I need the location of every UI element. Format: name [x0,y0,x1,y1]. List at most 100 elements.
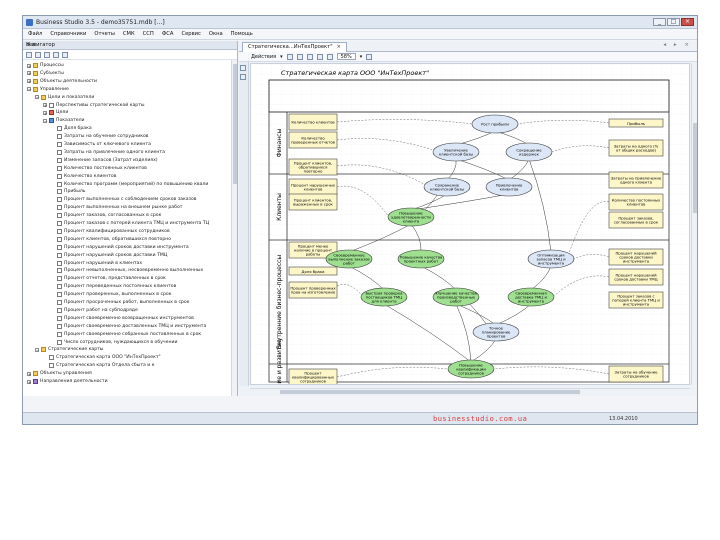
goal-ellipse[interactable]: Быстрая проверка поставщиков ТМЦ для клиен… [360,287,408,307]
tree-item[interactable]: Изменение запасов (Затрат изделиях) [51,157,158,164]
filter-icon[interactable] [44,52,50,58]
menu-help[interactable]: Помощь [231,29,253,39]
tree-expander-icon[interactable]: + [43,110,47,115]
refresh-icon[interactable] [35,52,41,58]
goal-ellipse[interactable]: Сохранение клиентской базы [423,177,471,197]
print-icon[interactable] [306,53,313,60]
tree-item[interactable]: + Процессы [27,62,64,69]
menu-service[interactable]: Сервис [181,29,200,39]
tree-item[interactable]: + Перспективы стратегической карты [43,102,145,109]
tree-expander-icon[interactable]: + [27,63,31,68]
pin-close-icon[interactable]: ⊕ × [26,42,233,48]
tree-expander-icon[interactable]: + [27,379,31,384]
menu-abc[interactable]: ФСА [162,29,174,39]
tree-item[interactable]: Процент проверенных, выполненных в срок [51,291,171,298]
tree-item[interactable]: Процент нарушений сроков доставки ТМЦ [51,252,167,259]
indicator-box[interactable]: Количество клиентов [288,113,338,131]
pointer-icon[interactable] [326,53,333,60]
menu-qms[interactable]: СМК [123,29,135,39]
settings-icon[interactable] [366,53,373,60]
goal-ellipse[interactable]: Оптимизация запасов ТМЦ и инструмента [527,249,575,269]
goal-ellipse[interactable]: Рост прибыли [471,114,519,134]
view-icon[interactable] [53,52,59,58]
goal-ellipse[interactable]: Привлечение клиентов [485,177,533,197]
tree-item[interactable]: Количество программ (мероприятий) по пов… [51,181,208,188]
indicator-box[interactable]: Затраты на обучение сотрудников [608,365,664,383]
tree-item[interactable]: Процент своевременно доставленных ТМЦ и … [51,323,206,330]
tree-item[interactable]: Процент заказов, согласованных в срок [51,212,161,219]
copy-icon[interactable] [296,53,303,60]
indicator-box[interactable]: Процент нарушений сроков доставки инструме… [608,248,664,266]
tree-item[interactable]: Количество клиентов [51,173,116,180]
tree-expander-icon[interactable]: + [43,103,47,108]
indicator-box[interactable]: Прибыль [608,118,664,128]
zoom-select[interactable]: 58% [336,53,356,60]
goal-ellipse[interactable]: Увеличение клиентской базы [432,142,480,162]
properties-icon[interactable] [26,52,32,58]
save-icon[interactable] [286,53,293,60]
navigator-scrollbar[interactable] [231,60,237,396]
tree-item[interactable]: + Объекты управления [27,370,92,377]
tree-item[interactable]: Прибыль [51,188,85,195]
tree-item[interactable]: − Стратегические карты [35,346,103,353]
indicator-box[interactable]: Процент заказов с потерей клиента ТМЦ и ин… [608,291,664,309]
tree-item[interactable]: − Показатели [43,117,85,124]
tree-expander-icon[interactable]: − [43,118,47,123]
tree-expander-icon[interactable]: + [27,371,31,376]
tree-item[interactable]: Процент отчетов, представленных в срок [51,275,166,282]
tree-item[interactable]: − Цели и показатели [35,94,94,101]
tree-item[interactable]: + Объекты деятельности [27,78,97,85]
tab-navigation[interactable]: ◂ ▸ × [663,42,692,48]
tree-item[interactable]: + Субъекты [27,70,64,77]
tab-strategy-map[interactable]: Стратегическа...ИнТехПроект" × [242,42,347,52]
goal-ellipse[interactable]: Повышение квалификации сотрудников [447,359,495,379]
export-icon[interactable] [316,53,323,60]
indicator-box[interactable]: Процент клиентов, выраженных в срок [288,193,338,211]
goal-ellipse[interactable]: Сокращение издержек [505,142,553,162]
tree-item[interactable]: Затраты на привлечение одного клиента [51,149,165,156]
tree-item[interactable]: Процент просроченных работ, выполненных … [51,299,190,306]
new-item-icon[interactable] [62,52,68,58]
tree-expander-icon[interactable]: − [27,87,31,92]
menu-file[interactable]: Файл [28,29,42,39]
tree-expander-icon[interactable]: + [27,79,31,84]
shape-tool-icon[interactable] [240,74,246,80]
close-button[interactable]: × [681,18,694,26]
menu-windows[interactable]: Окна [209,29,223,39]
tree-item[interactable]: + Цели [43,109,68,116]
diagram-horizontal-scrollbar[interactable] [250,388,690,394]
tree-item[interactable]: Затраты на обучение сотрудников [51,133,149,140]
menu-bsc[interactable]: ССП [143,29,154,39]
tree-item[interactable]: Процент выполненных на внешнем рынке раб… [51,204,182,211]
chevron-down-icon[interactable]: ▾ [280,54,283,60]
indicator-box[interactable]: Процент квалифицированных сотрудников [288,368,338,385]
goal-ellipse[interactable]: Повышение удовлетворенности клиента [387,207,435,227]
diagram-canvas[interactable]: Стратегическая карта ООО "ИнТехПроект" Ф… [250,63,690,385]
tree-expander-icon[interactable]: + [27,71,31,76]
tree-item[interactable]: Процент нарушений сроков доставки инстру… [51,244,189,251]
tree-expander-icon[interactable]: − [35,95,39,100]
tree-item[interactable]: Процент выполненных с соблюдением сроков… [51,196,197,203]
indicator-box[interactable]: Процент нарушений сроков доставки ТМЦ [608,268,664,286]
goal-ellipse[interactable]: Повышение качества проектных работ [397,249,445,269]
tree-item[interactable]: Процент своевременно возвращенных инстру… [51,315,194,322]
arrow-tool-icon[interactable] [240,65,246,71]
menu-reports[interactable]: Отчеты [94,29,114,39]
minimize-button[interactable]: _ [653,18,666,26]
menu-references[interactable]: Справочники [50,29,86,39]
zoom-chevron-icon[interactable]: ▾ [360,54,363,60]
tree-item[interactable]: Стратегическая карта ООО "ИнТехПроект" [43,354,161,361]
tree-item[interactable]: Процент нарушений в клиентах [51,260,142,267]
goal-ellipse[interactable]: Своевременное выполнение заказов работ [325,249,373,269]
indicator-box[interactable]: Затраты на одного (% от общих расходов) [608,139,664,157]
indicator-box[interactable]: Процент нарушенных клиентов [288,178,338,196]
tree-item[interactable]: Доля брака [51,125,92,132]
tree-item[interactable]: Количество постоянных клиентов [51,165,147,172]
goal-ellipse[interactable]: Своевременная доставка ТМЦ и инструмента [507,287,555,307]
diagram-vertical-scrollbar[interactable] [691,63,697,385]
tree-item[interactable]: Процент квалифицированных сотрудников [51,228,170,235]
maximize-button[interactable]: □ [667,18,680,26]
tree-item[interactable]: Процент невыполненных, несвоевременно вы… [51,267,203,274]
goal-ellipse[interactable]: Улучшение качества производственных работ [432,287,480,307]
tree-expander-icon[interactable]: − [35,347,39,352]
